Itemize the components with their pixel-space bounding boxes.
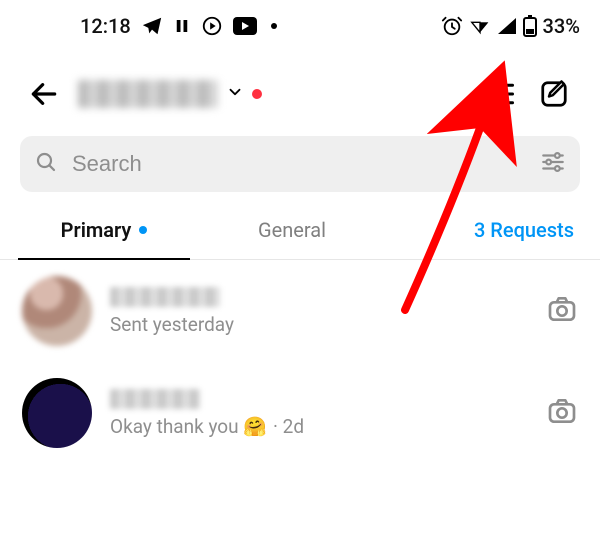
android-status-bar: 12:18 33% [0, 0, 600, 52]
new-activity-dot-icon [252, 89, 262, 99]
camera-icon [546, 293, 578, 325]
tab-requests-label: 3 Requests [474, 218, 574, 242]
back-button[interactable] [24, 74, 64, 114]
notification-dot-icon [271, 23, 277, 29]
inbox-tabs: Primary General 3 Requests [0, 200, 600, 260]
search-bar[interactable] [20, 136, 580, 192]
tab-general-label: General [258, 218, 326, 242]
pause-icon [173, 17, 191, 35]
avatar [22, 276, 92, 346]
tab-general[interactable]: General [198, 200, 386, 259]
camera-shortcut[interactable] [546, 395, 578, 431]
chevron-down-icon [226, 82, 244, 107]
tab-requests[interactable]: 3 Requests [386, 200, 590, 259]
cell-signal-icon [497, 17, 517, 35]
search-icon [34, 150, 58, 178]
wifi-icon [469, 16, 491, 36]
message-preview: Okay thank you 🤗 [110, 415, 267, 438]
tab-primary-label: Primary [61, 218, 132, 242]
unread-dot-icon [139, 226, 147, 234]
username-redacted [110, 287, 220, 307]
battery-icon [523, 15, 537, 37]
new-message-button[interactable] [532, 72, 576, 116]
tab-primary[interactable]: Primary [10, 200, 198, 259]
avatar [22, 378, 92, 448]
search-input[interactable] [72, 151, 526, 177]
account-switcher[interactable] [78, 80, 262, 108]
message-preview: Sent yesterday [110, 313, 234, 336]
message-time: · 2d [273, 415, 304, 438]
arrow-left-icon [28, 78, 60, 110]
circle-play-icon [201, 15, 223, 37]
telegram-icon [141, 15, 163, 37]
message-options-button[interactable] [478, 72, 522, 116]
conversation-list: Sent yesterday Okay thank you 🤗 · 2d [0, 260, 600, 464]
camera-icon [546, 395, 578, 427]
status-time: 12:18 [80, 14, 131, 38]
conversation-row[interactable]: Okay thank you 🤗 · 2d [0, 362, 600, 464]
alarm-icon [441, 15, 463, 37]
username-redacted [110, 389, 200, 409]
camera-shortcut[interactable] [546, 293, 578, 329]
username-redacted [78, 80, 218, 108]
list-bullet-icon [485, 79, 515, 109]
conversation-row[interactable]: Sent yesterday [0, 260, 600, 362]
filter-sliders-icon[interactable] [540, 149, 566, 179]
compose-icon [539, 79, 569, 109]
dm-topbar [0, 52, 600, 130]
battery-percent: 33% [543, 14, 580, 38]
youtube-icon [233, 17, 257, 35]
